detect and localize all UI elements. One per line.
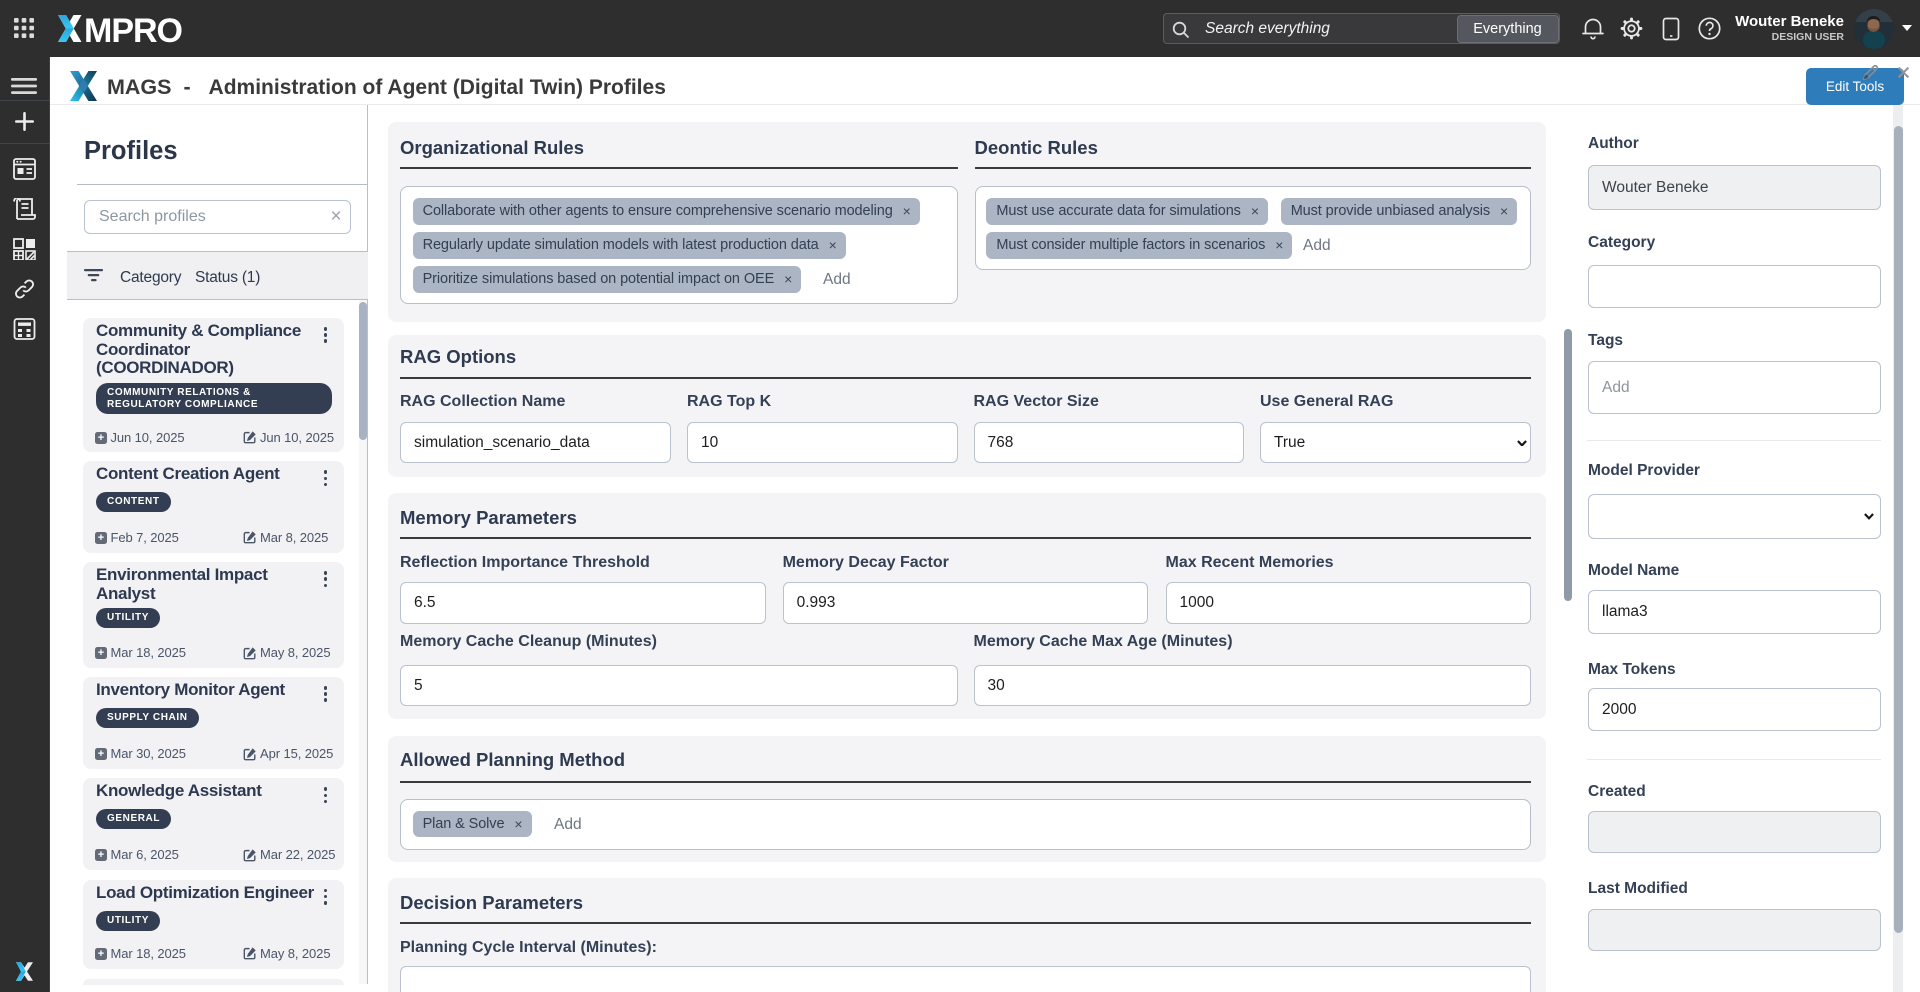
svg-text:MPRO: MPRO: [84, 14, 183, 43]
